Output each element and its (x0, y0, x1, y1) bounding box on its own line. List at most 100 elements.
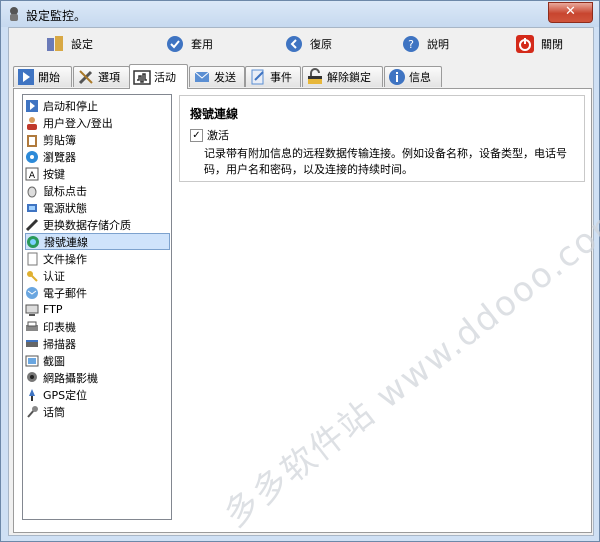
list-item-label: 按键 (43, 167, 65, 181)
svg-text:?: ? (408, 38, 414, 51)
window-title: 設定監控。 (26, 9, 87, 23)
tab-send-label: 发送 (214, 71, 236, 84)
window-close-button[interactable]: ✕ (548, 2, 593, 23)
tab-events[interactable]: 事件 (245, 66, 301, 87)
list-item-clipboard[interactable]: 剪貼簿 (25, 131, 80, 148)
activate-checkbox-row[interactable]: ✓ 激活 (190, 127, 229, 143)
user-icon (27, 116, 37, 130)
list-item-label: 截圖 (43, 354, 65, 368)
svg-text:A: A (29, 171, 36, 181)
key-icon: A (25, 167, 39, 181)
list-item-label: 用户登入/登出 (43, 116, 113, 130)
detail-description: 记录带有附加信息的远程数据传输连接。例如设备名称，设备类型，电话号码，用户名和密… (204, 147, 567, 176)
tab-strip: 開始 選項 活动 发送 事件 解除鎖定 信息 (13, 64, 591, 89)
list-item-auth[interactable]: 认证 (25, 267, 69, 284)
event-icon (251, 69, 264, 85)
printer-icon (26, 321, 38, 331)
list-item-label: 瀏覽器 (43, 150, 76, 164)
tab-options-label: 選項 (98, 71, 120, 84)
toolbar: 設定 套用 復原 ? 說明 關閉 (9, 28, 593, 60)
microphone-icon (27, 405, 38, 418)
scanner-icon (26, 339, 38, 347)
list-item-label: 认证 (43, 269, 65, 283)
dialup-icon (27, 235, 39, 248)
list-item-label: 话筒 (43, 405, 65, 419)
tab-unlock[interactable]: 解除鎖定 (302, 66, 383, 87)
undo-button[interactable]: 復原 (284, 32, 332, 56)
tab-activity-label: 活动 (154, 71, 176, 84)
apply-button[interactable]: 套用 (165, 32, 213, 56)
tab-events-label: 事件 (270, 71, 292, 84)
watermark: 多多软件站 www.ddooo.com (216, 197, 600, 536)
help-button[interactable]: ? 說明 (401, 32, 449, 56)
tab-activity[interactable]: 活动 (129, 64, 188, 89)
list-item-label: 剪貼簿 (43, 133, 76, 147)
list-item-label: 電子郵件 (43, 286, 87, 300)
close-app-label: 關閉 (541, 38, 563, 51)
tab-send[interactable]: 发送 (189, 66, 245, 87)
list-item-file-ops[interactable]: 文件操作 (25, 250, 91, 267)
list-item-microphone[interactable]: 话筒 (25, 403, 69, 420)
close-app-button[interactable]: 關閉 (515, 32, 563, 56)
tab-start[interactable]: 開始 (13, 66, 72, 87)
play-icon (18, 69, 34, 85)
undo-label: 復原 (310, 38, 332, 51)
list-item-label: 掃描器 (43, 337, 76, 351)
list-item-user-login[interactable]: 用户登入/登出 (25, 114, 117, 131)
list-item-label: 撥號連線 (44, 235, 88, 249)
list-item-ftp[interactable]: FTP (25, 301, 67, 318)
list-item-printer[interactable]: 印表機 (25, 318, 80, 335)
main-window: 設定監控。 ✕ 設定 套用 復原 ? 說明 關閉 開始 選項 活动 发送 事件 … (0, 0, 600, 542)
file-icon (27, 252, 38, 265)
tab-panel: 启动和停止 用户登入/登出 剪貼簿 瀏覽器 A 按键 鼠标点击 電源狀態 更换数据… (13, 88, 600, 535)
storage-icon (25, 218, 39, 231)
list-item-label: 鼠标点击 (43, 184, 87, 198)
tab-unlock-label: 解除鎖定 (327, 71, 371, 84)
list-item-email[interactable]: 電子郵件 (25, 284, 91, 301)
title-bar[interactable]: 設定監控。 ✕ (1, 1, 599, 27)
list-item-webcam[interactable]: 網路攝影機 (25, 369, 102, 386)
list-item-scanner[interactable]: 掃描器 (25, 335, 80, 352)
list-item-label: GPS定位 (43, 388, 88, 402)
help-label: 說明 (427, 38, 449, 51)
list-item-screenshot[interactable]: 截圖 (25, 352, 69, 369)
undo-icon (286, 36, 302, 52)
apply-icon (167, 36, 183, 52)
list-item-storage[interactable]: 更换数据存储介质 (25, 216, 135, 233)
detail-title: 撥號連線 (190, 107, 239, 121)
clipboard-icon (27, 134, 37, 147)
webcam-icon (27, 371, 37, 382)
list-item-mouse[interactable]: 鼠标点击 (25, 182, 91, 199)
browser-icon (26, 150, 38, 163)
activity-list[interactable]: 启动和停止 用户登入/登出 剪貼簿 瀏覽器 A 按键 鼠标点击 電源狀態 更换数据… (22, 94, 172, 520)
tools-icon (78, 70, 93, 85)
list-item-label: FTP (43, 303, 63, 316)
tab-info[interactable]: 信息 (384, 66, 442, 87)
settings-icon (47, 36, 63, 51)
screenshot-icon (25, 355, 39, 366)
list-item-label: 印表機 (43, 320, 76, 334)
send-icon (194, 71, 210, 82)
power-state-icon (27, 203, 37, 212)
list-item-label: 启动和停止 (43, 99, 98, 113)
mouse-icon (27, 186, 37, 197)
tab-options[interactable]: 選項 (73, 66, 130, 87)
settings-button[interactable]: 設定 (45, 32, 93, 56)
activate-checkbox[interactable]: ✓ (190, 128, 203, 142)
list-item-label: 文件操作 (43, 252, 87, 266)
list-item-browser[interactable]: 瀏覽器 (25, 148, 80, 165)
email-icon (26, 286, 38, 299)
apply-label: 套用 (191, 38, 213, 51)
list-item-start-stop[interactable]: 启动和停止 (25, 97, 102, 114)
list-item-power-state[interactable]: 電源狀態 (25, 199, 91, 216)
list-item-dialup[interactable]: 撥號連線 (25, 233, 170, 250)
tab-start-label: 開始 (38, 71, 60, 84)
list-item-keys[interactable]: A 按键 (25, 165, 69, 182)
detail-group: 撥號連線 ✓ 激活 记录带有附加信息的远程数据传输连接。例如设备名称，设备类型，… (179, 95, 585, 182)
app-icon (10, 7, 18, 21)
list-item-gps[interactable]: GPS定位 (25, 386, 91, 403)
help-icon: ? (403, 36, 419, 52)
info-icon (389, 69, 405, 85)
activate-checkbox-label: 激活 (207, 129, 229, 142)
unlock-icon (308, 68, 322, 84)
